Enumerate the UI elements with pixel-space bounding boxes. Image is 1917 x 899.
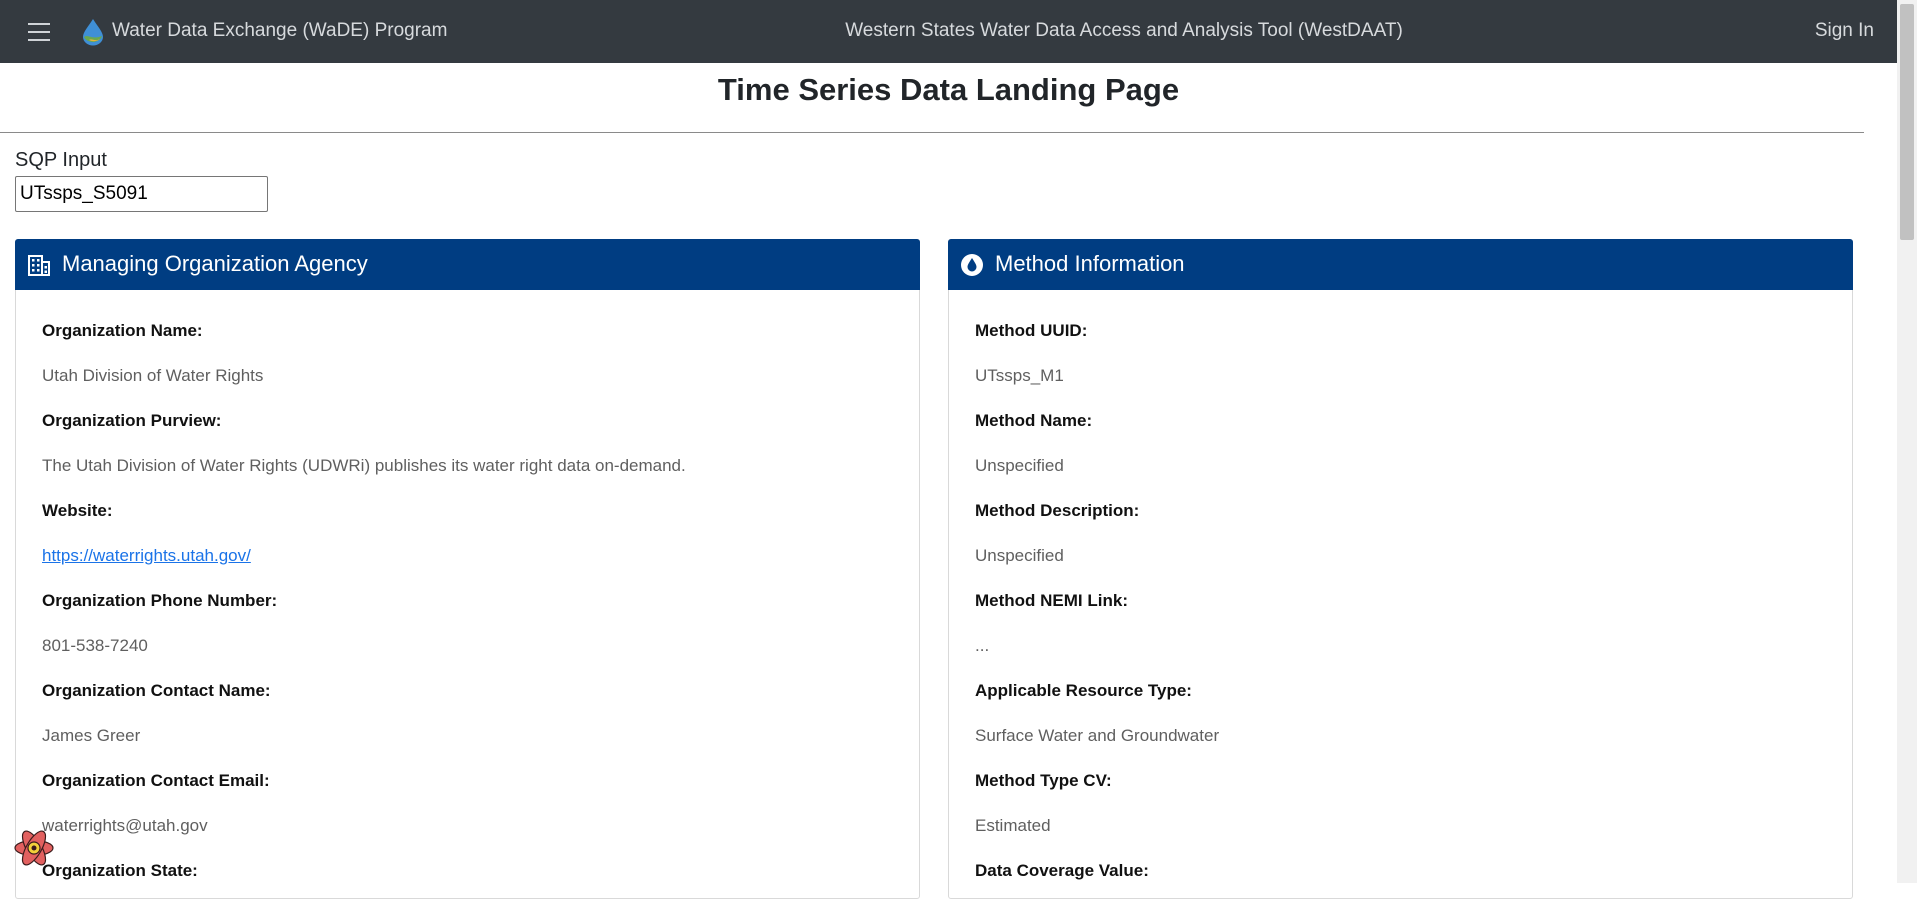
organization-contact-name-label: Organization Contact Name: — [42, 681, 271, 700]
method-type-cv-value: Estimated — [975, 816, 1051, 835]
organization-contact-name-value: James Greer — [42, 726, 141, 745]
organization-name-value: Utah Division of Water Rights — [42, 366, 264, 385]
organization-purview-label: Organization Purview: — [42, 411, 222, 430]
data-coverage-value-label: Data Coverage Value: — [975, 861, 1149, 880]
organization-state-label: Organization State: — [42, 861, 198, 880]
method-name-value: Unspecified — [975, 456, 1064, 475]
method-information-card: Method Information Method UUID: UTssps_M… — [948, 239, 1853, 899]
building-icon — [28, 255, 50, 276]
organization-purview-value: The Utah Division of Water Rights (UDWRi… — [42, 456, 686, 475]
page-title: Time Series Data Landing Page — [717, 72, 1180, 107]
sign-in-button[interactable]: Sign In — [1815, 20, 1874, 42]
method-nemi-link-label: Method NEMI Link: — [975, 591, 1128, 610]
card-title: Method Information — [995, 251, 1185, 276]
method-description-label: Method Description: — [975, 501, 1140, 520]
method-uuid-value: UTssps_M1 — [975, 366, 1064, 385]
method-type-cv-label: Method Type CV: — [975, 771, 1112, 790]
scrollbar-thumb[interactable] — [1900, 4, 1914, 240]
page-scrollbar[interactable] — [1897, 0, 1917, 883]
method-description-value: Unspecified — [975, 546, 1064, 565]
organization-contact-email-value: waterrights@utah.gov — [42, 816, 208, 835]
method-name-label: Method Name: — [975, 411, 1093, 430]
managing-organization-card: Managing Organization Agency Organizatio… — [15, 239, 920, 899]
organization-name-label: Organization Name: — [42, 321, 203, 340]
website-link[interactable]: https://waterrights.utah.gov/ — [42, 546, 251, 566]
water-drop-icon — [961, 254, 983, 276]
applicable-resource-type-value: Surface Water and Groundwater — [975, 726, 1220, 745]
method-nemi-link-value: ... — [975, 636, 990, 655]
app-title: Western States Water Data Access and Ana… — [845, 20, 1403, 41]
sqp-input[interactable] — [15, 176, 268, 212]
top-navbar: Water Data Exchange (WaDE) Program Weste… — [0, 0, 1897, 63]
card-header: Method Information — [948, 239, 1853, 290]
applicable-resource-type-label: Applicable Resource Type: — [975, 681, 1192, 700]
organization-phone-label: Organization Phone Number: — [42, 591, 278, 610]
title-divider — [0, 132, 1864, 133]
method-uuid-label: Method UUID: — [975, 321, 1088, 340]
card-title: Managing Organization Agency — [62, 251, 368, 276]
card-header: Managing Organization Agency — [15, 239, 920, 290]
sqp-input-label: SQP Input — [15, 149, 107, 171]
react-devtools-icon[interactable] — [12, 826, 56, 870]
organization-contact-email-label: Organization Contact Email: — [42, 771, 270, 790]
website-label: Website: — [42, 501, 113, 520]
organization-phone-value: 801-538-7240 — [42, 636, 148, 655]
